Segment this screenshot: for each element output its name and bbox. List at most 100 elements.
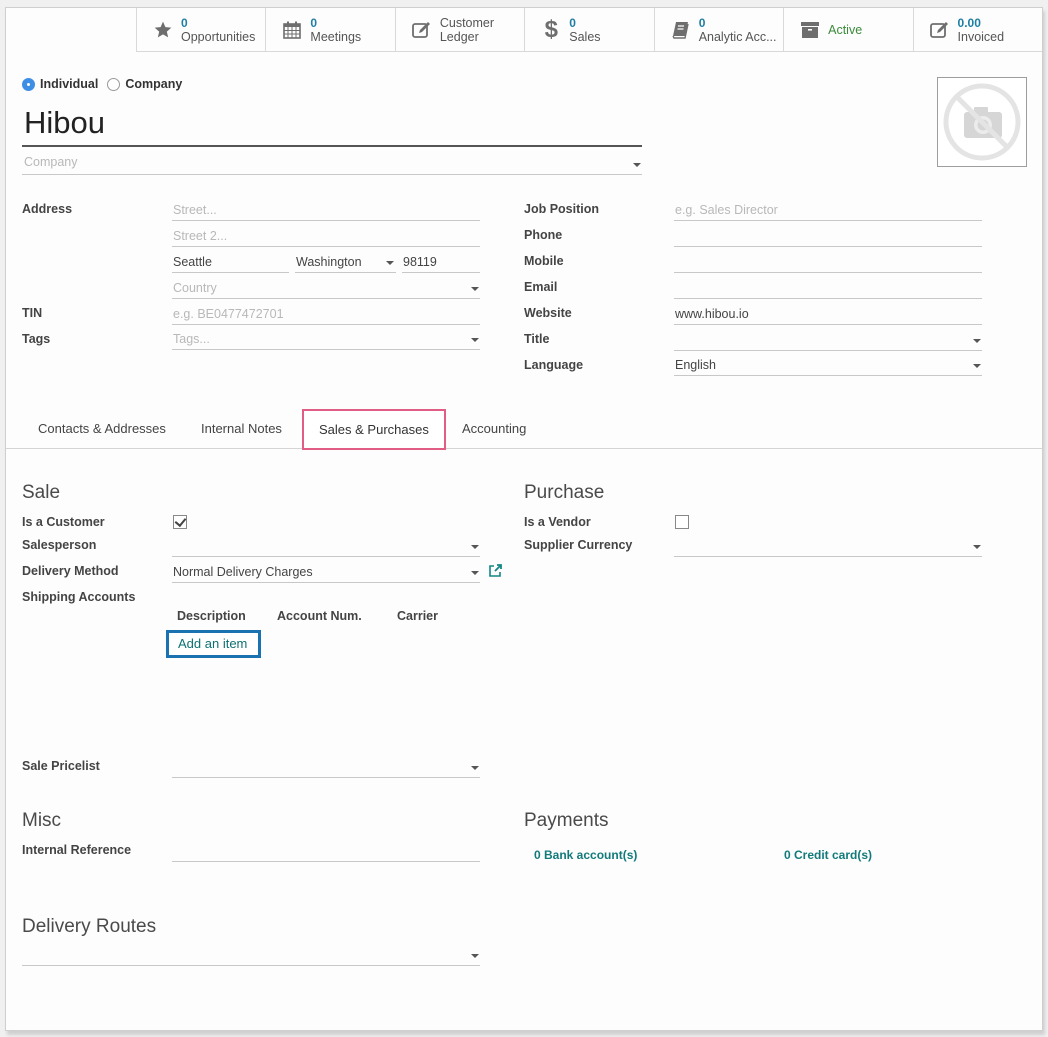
edit-icon bbox=[409, 18, 435, 42]
street-input[interactable]: Street... bbox=[172, 201, 480, 221]
job-position-input[interactable]: e.g. Sales Director bbox=[674, 201, 982, 221]
delivery-method-label: Delivery Method bbox=[22, 564, 119, 578]
meetings-button[interactable]: 0 Meetings bbox=[265, 8, 394, 52]
caret-down-icon bbox=[633, 163, 641, 167]
button-box: 0 Opportunities 0 Meetings Customer Ledg… bbox=[136, 8, 1042, 52]
analytic-accounts-label: Analytic Acc... bbox=[698, 30, 777, 44]
customer-ledger-label: Customer bbox=[439, 16, 495, 30]
tags-select[interactable]: Tags... bbox=[172, 330, 480, 350]
supplier-currency-label: Supplier Currency bbox=[524, 538, 633, 552]
radio-individual-input[interactable] bbox=[22, 77, 35, 91]
bank-accounts-link[interactable]: 0 Bank account(s) bbox=[534, 848, 637, 862]
analytic-accounts-count: 0 bbox=[698, 16, 706, 30]
customer-ledger-label-2: Ledger bbox=[439, 30, 479, 44]
sale-pricelist-label: Sale Pricelist bbox=[22, 759, 100, 773]
email-input[interactable] bbox=[674, 279, 982, 299]
invoiced-button[interactable]: 0.00 Invoiced bbox=[912, 8, 1042, 52]
active-toggle-button[interactable]: Active bbox=[783, 8, 912, 52]
book-icon bbox=[668, 18, 694, 42]
phone-input[interactable] bbox=[674, 227, 982, 247]
delivery-method-select[interactable]: Normal Delivery Charges bbox=[172, 563, 480, 583]
email-label: Email bbox=[524, 280, 558, 294]
delivery-method-value: Normal Delivery Charges bbox=[173, 565, 313, 579]
invoiced-amount: 0.00 bbox=[957, 16, 981, 30]
language-select[interactable]: English bbox=[674, 356, 982, 376]
opportunities-count: 0 bbox=[181, 16, 188, 30]
tin-label: TIN bbox=[22, 306, 43, 320]
is-vendor-checkbox[interactable] bbox=[675, 515, 689, 529]
tags-placeholder: Tags... bbox=[173, 332, 210, 346]
shipping-accounts-label: Shipping Accounts bbox=[22, 590, 136, 604]
opportunities-label: Opportunities bbox=[181, 30, 256, 44]
caret-down-icon bbox=[471, 287, 479, 291]
state-select[interactable]: Washington bbox=[295, 253, 396, 273]
country-placeholder: Country bbox=[173, 281, 217, 295]
add-item-button[interactable]: Add an item bbox=[166, 630, 261, 658]
sales-label: Sales bbox=[569, 30, 601, 44]
analytic-accounts-button[interactable]: 0 Analytic Acc... bbox=[653, 8, 783, 52]
credit-cards-link[interactable]: 0 Credit card(s) bbox=[784, 848, 872, 862]
tab-internal-notes[interactable]: Internal Notes bbox=[201, 408, 282, 449]
column-header-account-num: Account Num. bbox=[277, 609, 362, 623]
tab-sales-purchases[interactable]: Sales & Purchases bbox=[302, 409, 446, 450]
opportunities-button[interactable]: 0 Opportunities bbox=[136, 8, 265, 52]
radio-company-input[interactable] bbox=[107, 77, 121, 91]
title-select[interactable] bbox=[674, 331, 982, 351]
job-position-label: Job Position bbox=[524, 202, 599, 216]
tin-input[interactable]: e.g. BE0477472701 bbox=[172, 305, 480, 325]
meetings-label: Meetings bbox=[310, 30, 362, 44]
radio-company[interactable]: Company bbox=[107, 77, 182, 91]
star-icon bbox=[150, 18, 176, 42]
sales-button[interactable]: $ 0 Sales bbox=[524, 8, 653, 52]
tab-accounting[interactable]: Accounting bbox=[462, 408, 526, 449]
salesperson-select[interactable] bbox=[172, 537, 480, 557]
language-value: English bbox=[675, 358, 716, 372]
salesperson-label: Salesperson bbox=[22, 538, 97, 552]
internal-reference-input[interactable] bbox=[172, 842, 480, 862]
radio-individual-label: Individual bbox=[40, 77, 99, 91]
mobile-input[interactable] bbox=[674, 253, 982, 273]
sale-section-title: Sale bbox=[22, 482, 61, 503]
zip-input[interactable]: 98119 bbox=[402, 253, 480, 273]
internal-reference-label: Internal Reference bbox=[22, 843, 132, 857]
language-label: Language bbox=[524, 358, 584, 372]
caret-down-icon bbox=[386, 261, 394, 265]
title-label: Title bbox=[524, 332, 550, 346]
delivery-routes-select[interactable] bbox=[22, 946, 480, 966]
caret-down-icon bbox=[973, 339, 981, 343]
form-sheet: 0 Opportunities 0 Meetings Customer Ledg… bbox=[5, 7, 1043, 1031]
column-header-carrier: Carrier bbox=[397, 609, 438, 623]
radio-company-label: Company bbox=[125, 77, 183, 91]
street2-input[interactable]: Street 2... bbox=[172, 227, 480, 247]
sales-count: 0 bbox=[569, 16, 576, 30]
website-input[interactable]: www.hibou.io bbox=[674, 305, 982, 325]
mobile-label: Mobile bbox=[524, 254, 564, 268]
partner-name-input[interactable]: Hibou bbox=[22, 105, 642, 147]
active-status-label: Active bbox=[828, 23, 863, 37]
customer-ledger-button[interactable]: Customer Ledger bbox=[394, 8, 524, 52]
phone-label: Phone bbox=[524, 228, 563, 242]
city-input[interactable]: Seattle bbox=[172, 253, 289, 273]
archive-icon bbox=[797, 18, 823, 42]
supplier-currency-select[interactable] bbox=[674, 537, 982, 557]
caret-down-icon bbox=[471, 766, 479, 770]
address-label: Address bbox=[22, 202, 73, 216]
country-select[interactable]: Country bbox=[172, 279, 480, 299]
radio-individual[interactable]: Individual bbox=[22, 77, 98, 91]
dollar-icon: $ bbox=[544, 16, 558, 43]
sale-pricelist-select[interactable] bbox=[172, 758, 480, 778]
tags-label: Tags bbox=[22, 332, 51, 346]
caret-down-icon bbox=[471, 338, 479, 342]
partner-type-radios: Individual Company bbox=[22, 77, 191, 91]
external-link-icon[interactable] bbox=[488, 564, 502, 581]
is-customer-checkbox[interactable] bbox=[173, 515, 187, 529]
misc-section-title: Misc bbox=[22, 810, 62, 831]
payments-section-title: Payments bbox=[524, 810, 609, 831]
is-vendor-label: Is a Vendor bbox=[524, 515, 591, 529]
website-label: Website bbox=[524, 306, 572, 320]
tab-contacts-addresses[interactable]: Contacts & Addresses bbox=[38, 408, 166, 449]
avatar-image[interactable] bbox=[937, 77, 1027, 167]
is-customer-label: Is a Customer bbox=[22, 515, 105, 529]
caret-down-icon bbox=[471, 571, 479, 575]
company-select[interactable]: Company bbox=[22, 155, 642, 175]
